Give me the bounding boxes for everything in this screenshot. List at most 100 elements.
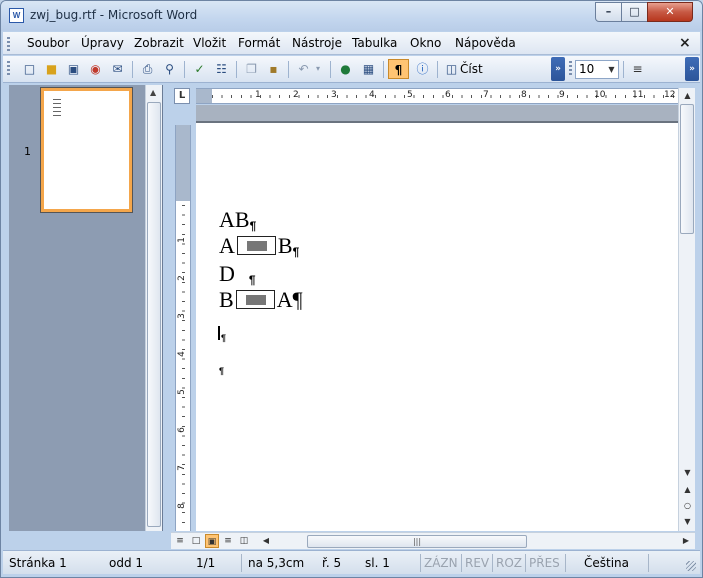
undo-dropdown-icon[interactable]: ▾ bbox=[312, 59, 324, 79]
new-document-icon[interactable]: □ bbox=[19, 59, 40, 79]
minimize-button[interactable]: – bbox=[595, 2, 622, 22]
ruler-number: 2 bbox=[176, 275, 187, 281]
status-language[interactable]: Čeština bbox=[584, 556, 629, 570]
save-icon[interactable]: ▣ bbox=[63, 59, 84, 79]
chevron-down-icon[interactable]: ▼ bbox=[606, 62, 617, 77]
menu-upravy[interactable]: Úpravy bbox=[81, 36, 124, 50]
vertical-ruler[interactable]: 1 2 3 4 5 6 7 8 bbox=[175, 125, 191, 531]
ruler-number: 9 bbox=[559, 90, 565, 100]
permission-icon[interactable]: ◉ bbox=[85, 59, 106, 79]
status-bar: Stránka 1 odd 1 1/1 na 5,3cm ř. 5 sl. 1 … bbox=[3, 550, 700, 574]
tab-selector[interactable]: L bbox=[174, 88, 190, 104]
paragraph-mark: ¶ bbox=[248, 273, 256, 287]
research-icon[interactable]: ☷ bbox=[211, 59, 232, 79]
maximize-button[interactable]: □ bbox=[621, 2, 648, 22]
status-separator bbox=[648, 554, 649, 572]
status-column: sl. 1 bbox=[365, 556, 390, 570]
form-field-box[interactable] bbox=[236, 236, 276, 255]
word-app-icon[interactable]: W bbox=[9, 8, 24, 23]
reading-layout-icon[interactable]: ◫ bbox=[237, 534, 251, 548]
vertical-scroll-thumb[interactable] bbox=[680, 104, 694, 234]
scroll-right-icon[interactable]: ▶ bbox=[679, 534, 693, 548]
font-size-select[interactable]: 10 ▼ bbox=[575, 60, 619, 79]
open-folder-icon[interactable]: ■ bbox=[41, 59, 62, 79]
next-page-icon[interactable]: ▼ bbox=[680, 514, 695, 529]
menu-nastroje[interactable]: Nástroje bbox=[292, 36, 342, 50]
horizontal-scroll-thumb[interactable]: ||| bbox=[307, 535, 527, 548]
menu-napoveda[interactable]: Nápověda bbox=[455, 36, 516, 50]
browse-object-icon[interactable]: ○ bbox=[680, 498, 695, 513]
font-size-value: 10 bbox=[579, 62, 595, 76]
window-title: zwj_bug.rtf - Microsoft Word bbox=[30, 8, 198, 22]
resize-grip-icon[interactable] bbox=[686, 561, 696, 571]
line-text: B bbox=[277, 233, 293, 258]
ruler-left-margin bbox=[196, 89, 212, 103]
ruler-number: 4 bbox=[176, 351, 187, 357]
toolbar-grip-handle[interactable] bbox=[7, 61, 10, 75]
status-track-changes[interactable]: REV bbox=[465, 556, 489, 570]
status-extend-selection[interactable]: ROZ bbox=[496, 556, 522, 570]
close-window-button[interactable]: ✕ bbox=[647, 2, 693, 22]
scroll-up-icon[interactable]: ▲ bbox=[680, 88, 695, 103]
ruler-number: 10 bbox=[594, 90, 606, 100]
document-line[interactable]: B A¶ bbox=[219, 287, 303, 313]
outline-view-icon[interactable]: ≡ bbox=[221, 534, 235, 548]
menu-bar: Soubor Úpravy Zobrazit Vložit Formát Nás… bbox=[3, 32, 700, 55]
align-left-icon[interactable]: ≡ bbox=[627, 59, 648, 79]
status-page-count: 1/1 bbox=[196, 556, 216, 570]
normal-view-icon[interactable]: ≡ bbox=[173, 534, 187, 548]
status-record-macro[interactable]: ZÁZN bbox=[424, 556, 458, 570]
menu-zobrazit[interactable]: Zobrazit bbox=[134, 36, 184, 50]
scroll-up-icon[interactable]: ▲ bbox=[150, 88, 156, 97]
document-line[interactable]: D ¶ bbox=[219, 261, 256, 287]
undo-icon[interactable]: ↶ bbox=[293, 59, 314, 79]
print-layout-icon[interactable]: ▣ bbox=[205, 534, 219, 548]
web-layout-icon[interactable]: □ bbox=[189, 534, 203, 548]
show-formatting-button[interactable]: ¶ bbox=[388, 59, 409, 79]
horizontal-ruler[interactable]: 1 2 3 4 5 6 7 8 9 10 11 12 bbox=[196, 88, 678, 104]
scroll-down-icon[interactable]: ▼ bbox=[680, 465, 695, 480]
thumbnails-scrollbar[interactable]: ▲ bbox=[145, 85, 162, 531]
line-text: AB bbox=[219, 207, 250, 232]
document-line[interactable]: AB¶ bbox=[219, 207, 256, 233]
document-line[interactable]: AB¶ bbox=[219, 233, 299, 259]
menu-vlozit[interactable]: Vložit bbox=[193, 36, 226, 50]
spelling-icon[interactable]: ✓ bbox=[189, 59, 210, 79]
formatting-options-chevron[interactable]: » bbox=[685, 57, 699, 81]
status-overtype[interactable]: PŘES bbox=[529, 556, 560, 570]
previous-page-icon[interactable]: ▲ bbox=[680, 482, 695, 497]
document-vertical-scrollbar[interactable]: ▲ ▼ ▲ ○ ▼ bbox=[678, 88, 695, 531]
thumbnail-page-number: 1 bbox=[24, 145, 31, 158]
toolbar-separator bbox=[184, 61, 185, 78]
menu-soubor[interactable]: Soubor bbox=[27, 36, 69, 50]
thumbnails-scroll-thumb[interactable] bbox=[147, 102, 161, 527]
hyperlink-icon[interactable]: ● bbox=[335, 59, 356, 79]
read-icon[interactable]: ◫ bbox=[441, 59, 462, 79]
horizontal-scroll-bar[interactable]: ≡ □ ▣ ≡ ◫ ◀ ||| ▶ bbox=[171, 532, 695, 549]
toolbar-options-chevron[interactable]: » bbox=[551, 57, 565, 81]
paste-icon[interactable]: ▪ bbox=[263, 59, 284, 79]
menu-tabulka[interactable]: Tabulka bbox=[352, 36, 397, 50]
table-icon[interactable]: ▦ bbox=[358, 59, 379, 79]
menu-format[interactable]: Formát bbox=[238, 36, 280, 50]
print-preview-icon[interactable]: ⚲ bbox=[159, 59, 180, 79]
email-icon[interactable]: ✉ bbox=[107, 59, 128, 79]
formatting-toolbar-grip[interactable] bbox=[569, 61, 572, 75]
read-button-label[interactable]: Číst bbox=[460, 62, 483, 76]
document-page[interactable]: AB¶ A B¶ D ¶ B A¶ ¶ ¶ bbox=[196, 105, 678, 531]
print-icon[interactable]: ⎙ bbox=[137, 59, 158, 79]
menu-okno[interactable]: Okno bbox=[410, 36, 441, 50]
form-field-box[interactable] bbox=[235, 290, 275, 309]
page-thumbnail[interactable] bbox=[40, 87, 133, 213]
status-separator bbox=[241, 554, 242, 572]
status-separator bbox=[565, 554, 566, 572]
ruler-number: 6 bbox=[176, 427, 187, 433]
ruler-number: 12 bbox=[664, 90, 676, 100]
line-text: B bbox=[219, 287, 234, 312]
copy-icon[interactable]: ❐ bbox=[241, 59, 262, 79]
toolbar-separator bbox=[330, 61, 331, 78]
document-close-icon[interactable]: × bbox=[679, 35, 691, 51]
menu-grip-handle[interactable] bbox=[7, 37, 10, 51]
scroll-left-icon[interactable]: ◀ bbox=[259, 534, 273, 548]
help-icon[interactable]: ⓘ bbox=[412, 59, 433, 79]
